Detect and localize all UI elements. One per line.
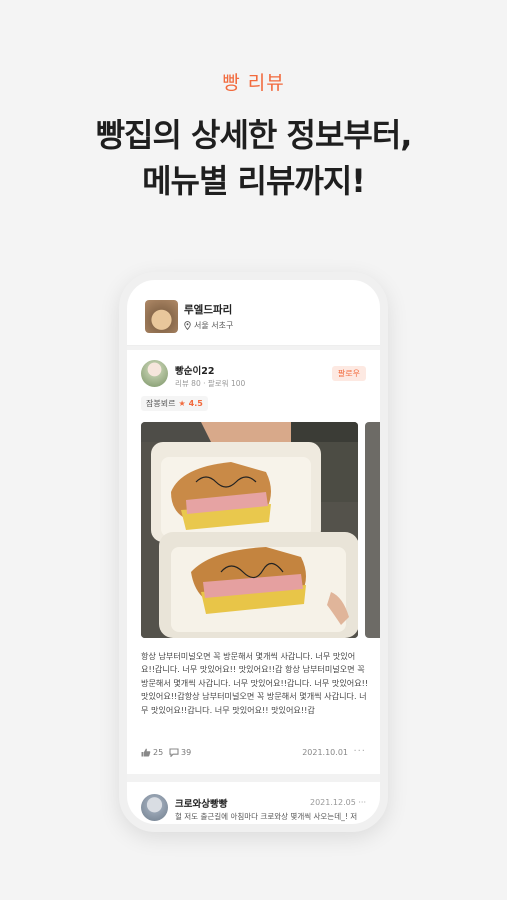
like-count: 25 xyxy=(153,748,164,757)
follow-button[interactable]: 팔로우 xyxy=(331,366,366,381)
review-date-text: 2021.12.05 xyxy=(310,798,356,807)
review-card-2: 크로와상빵빵 2021.12.05 ··· 헐 저도 출근길에 아침마다 크로와… xyxy=(127,782,380,824)
bakery-header[interactable]: 루엘드파리 서울 서초구 xyxy=(127,280,380,346)
app-screen: 루엘드파리 서울 서초구 빵순이22 리뷰 80 · 팔로워 100 팔로우 잠… xyxy=(127,280,380,824)
review-text[interactable]: 항상 남부터미널오면 꼭 방문해서 몇개씩 사갑니다. 너무 맛있어요!!갑니다… xyxy=(141,650,369,717)
more-icon[interactable]: ··· xyxy=(353,746,366,757)
comment-icon xyxy=(169,748,179,757)
hero-title-line-1: 빵집의 상세한 정보부터, xyxy=(95,116,413,154)
comment-button[interactable]: 39 xyxy=(169,748,191,757)
menu-name: 잠봉뵈르 xyxy=(146,399,176,408)
hero-title: 빵집의 상세한 정보부터, 메뉴별 리뷰까지! xyxy=(0,112,507,204)
like-button[interactable]: 25 xyxy=(141,748,163,757)
hero-title-line-2: 메뉴별 리뷰까지! xyxy=(142,162,366,200)
avatar[interactable] xyxy=(141,794,168,821)
bakery-location: 서울 서초구 xyxy=(184,320,233,331)
comment-count: 39 xyxy=(181,748,192,757)
menu-rating: 4.5 xyxy=(188,399,203,408)
hero-tag: 빵 리뷰 xyxy=(222,72,285,94)
bakery-name[interactable]: 루엘드파리 xyxy=(184,302,232,317)
review-card: 빵순이22 리뷰 80 · 팔로워 100 팔로우 잠봉뵈르 ★ 4.5 항상 … xyxy=(127,350,380,774)
menu-tag[interactable]: 잠봉뵈르 ★ 4.5 xyxy=(141,396,208,411)
star-icon: ★ xyxy=(178,399,186,408)
bakery-location-text: 서울 서초구 xyxy=(194,321,234,330)
thumbs-up-icon xyxy=(141,748,151,757)
phone-mockup: 루엘드파리 서울 서초구 빵순이22 리뷰 80 · 팔로워 100 팔로우 잠… xyxy=(119,272,388,832)
bakery-thumbnail[interactable] xyxy=(145,300,178,333)
review-footer: 25 39 2021.10.01 ··· xyxy=(141,746,366,760)
more-icon[interactable]: ··· xyxy=(358,798,366,807)
next-photo-peek[interactable] xyxy=(365,422,380,638)
review-user-name[interactable]: 빵순이22 xyxy=(175,363,214,377)
sandwich-photo-illustration xyxy=(141,422,358,638)
review-date: 2021.10.01 xyxy=(302,748,348,757)
review-date: 2021.12.05 ··· xyxy=(310,798,366,807)
review-user-name[interactable]: 크로와상빵빵 xyxy=(175,796,227,810)
avatar[interactable] xyxy=(141,360,168,387)
pin-icon xyxy=(184,321,191,330)
review-user-stats: 리뷰 80 · 팔로워 100 xyxy=(175,379,246,388)
review-preview-text[interactable]: 헐 저도 출근길에 아침마다 크로와상 몇개씩 사오는데_! 저 xyxy=(175,811,371,822)
review-photo[interactable] xyxy=(141,422,358,638)
